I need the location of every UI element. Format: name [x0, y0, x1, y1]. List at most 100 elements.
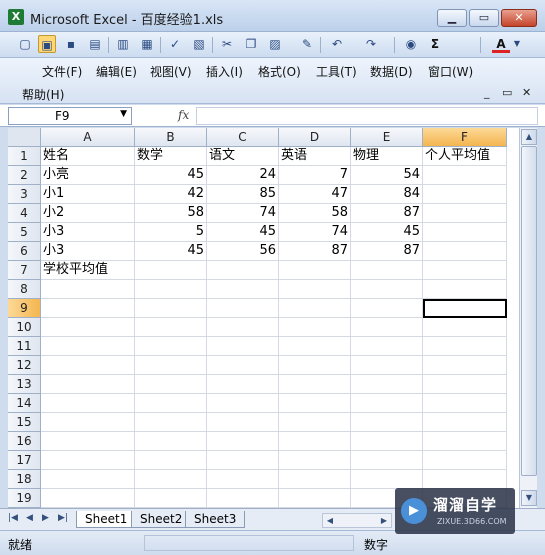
cell-f12[interactable] — [423, 356, 507, 375]
cell-a19[interactable] — [41, 489, 135, 508]
maximize-button[interactable]: ▭ — [469, 9, 499, 27]
row-header-7[interactable]: 7 — [8, 261, 41, 280]
column-header-f[interactable]: F — [423, 128, 507, 147]
worksheet-grid[interactable]: A B C D E F 1 姓名 数学 语文 英语 物理 个人平均值 2 小亮 45 24 7 54 3 小1 42 85 4… — [8, 128, 519, 508]
cell-a12[interactable] — [41, 356, 135, 375]
copy-icon[interactable]: ❐ — [242, 35, 260, 53]
cell-a4[interactable]: 小2 — [41, 204, 135, 223]
cell-c11[interactable] — [207, 337, 279, 356]
print-preview-icon[interactable]: ▦ — [138, 35, 156, 53]
cell-d18[interactable] — [279, 470, 351, 489]
menu-tools[interactable]: 工具(T) — [316, 63, 357, 80]
cell-b18[interactable] — [135, 470, 207, 489]
cell-b17[interactable] — [135, 451, 207, 470]
menu-data[interactable]: 数据(D) — [370, 63, 413, 80]
formula-input[interactable] — [196, 107, 538, 125]
row-header-1[interactable]: 1 — [8, 147, 41, 166]
permission-icon[interactable]: ▤ — [86, 35, 104, 53]
cell-f10[interactable] — [423, 318, 507, 337]
scroll-down-icon[interactable]: ▼ — [521, 490, 537, 506]
doc-restore-button[interactable]: ▭ — [502, 86, 512, 99]
cell-b10[interactable] — [135, 318, 207, 337]
cell-e9[interactable] — [351, 299, 423, 318]
cell-b8[interactable] — [135, 280, 207, 299]
cell-d17[interactable] — [279, 451, 351, 470]
cell-c5[interactable]: 45 — [207, 223, 279, 242]
cell-d12[interactable] — [279, 356, 351, 375]
cell-f5[interactable] — [423, 223, 507, 242]
row-header-14[interactable]: 14 — [8, 394, 41, 413]
cell-a7[interactable]: 学校平均值 — [41, 261, 135, 280]
cell-d14[interactable] — [279, 394, 351, 413]
row-header-18[interactable]: 18 — [8, 470, 41, 489]
cell-c13[interactable] — [207, 375, 279, 394]
cell-a18[interactable] — [41, 470, 135, 489]
cell-e16[interactable] — [351, 432, 423, 451]
cell-a17[interactable] — [41, 451, 135, 470]
sheet-tab-1[interactable]: Sheet1 — [76, 511, 137, 528]
chevron-down-icon[interactable]: ▼ — [120, 109, 127, 119]
menu-format[interactable]: 格式(O) — [258, 63, 301, 80]
cell-c10[interactable] — [207, 318, 279, 337]
select-all-corner[interactable] — [8, 128, 41, 147]
cell-e2[interactable]: 54 — [351, 166, 423, 185]
row-header-4[interactable]: 4 — [8, 204, 41, 223]
cell-d10[interactable] — [279, 318, 351, 337]
cell-d13[interactable] — [279, 375, 351, 394]
cell-b12[interactable] — [135, 356, 207, 375]
cell-e14[interactable] — [351, 394, 423, 413]
cell-f13[interactable] — [423, 375, 507, 394]
cell-a8[interactable] — [41, 280, 135, 299]
cell-d2[interactable]: 7 — [279, 166, 351, 185]
column-header-d[interactable]: D — [279, 128, 351, 147]
column-header-a[interactable]: A — [41, 128, 135, 147]
first-sheet-icon[interactable]: |◀ — [8, 513, 18, 523]
vertical-scrollbar[interactable]: ▲ ▼ — [519, 128, 537, 508]
cell-c19[interactable] — [207, 489, 279, 508]
cell-c16[interactable] — [207, 432, 279, 451]
cell-e1[interactable]: 物理 — [351, 147, 423, 166]
row-header-3[interactable]: 3 — [8, 185, 41, 204]
cell-e12[interactable] — [351, 356, 423, 375]
cell-b3[interactable]: 42 — [135, 185, 207, 204]
cell-b2[interactable]: 45 — [135, 166, 207, 185]
cell-c17[interactable] — [207, 451, 279, 470]
cell-d16[interactable] — [279, 432, 351, 451]
print-icon[interactable]: ▥ — [114, 35, 132, 53]
cell-d8[interactable] — [279, 280, 351, 299]
cell-c18[interactable] — [207, 470, 279, 489]
active-cell[interactable] — [423, 299, 507, 318]
cell-b7[interactable] — [135, 261, 207, 280]
minimize-button[interactable]: ▁ — [437, 9, 467, 27]
name-box[interactable]: F9 ▼ — [8, 107, 132, 125]
cell-f2[interactable] — [423, 166, 507, 185]
menu-window[interactable]: 窗口(W) — [428, 63, 473, 80]
row-header-2[interactable]: 2 — [8, 166, 41, 185]
cell-d7[interactable] — [279, 261, 351, 280]
cell-c8[interactable] — [207, 280, 279, 299]
sheet-tab-3[interactable]: Sheet3 — [185, 511, 246, 528]
cell-e3[interactable]: 84 — [351, 185, 423, 204]
cell-c15[interactable] — [207, 413, 279, 432]
menu-edit[interactable]: 编辑(E) — [96, 63, 137, 80]
scroll-left-icon[interactable]: ◀ — [323, 514, 337, 527]
cell-e18[interactable] — [351, 470, 423, 489]
cell-b9[interactable] — [135, 299, 207, 318]
new-icon[interactable]: ▢ — [16, 35, 34, 53]
menu-file[interactable]: 文件(F) — [42, 63, 82, 80]
cell-f14[interactable] — [423, 394, 507, 413]
cell-a11[interactable] — [41, 337, 135, 356]
cell-f18[interactable] — [423, 470, 507, 489]
cell-c2[interactable]: 24 — [207, 166, 279, 185]
close-button[interactable]: ✕ — [501, 9, 537, 27]
cell-e7[interactable] — [351, 261, 423, 280]
cell-a3[interactable]: 小1 — [41, 185, 135, 204]
cell-f7[interactable] — [423, 261, 507, 280]
cell-b6[interactable]: 45 — [135, 242, 207, 261]
row-header-16[interactable]: 16 — [8, 432, 41, 451]
cell-c3[interactable]: 85 — [207, 185, 279, 204]
cell-a6[interactable]: 小3 — [41, 242, 135, 261]
cell-e8[interactable] — [351, 280, 423, 299]
cell-f8[interactable] — [423, 280, 507, 299]
format-painter-icon[interactable]: ✎ — [298, 35, 316, 53]
